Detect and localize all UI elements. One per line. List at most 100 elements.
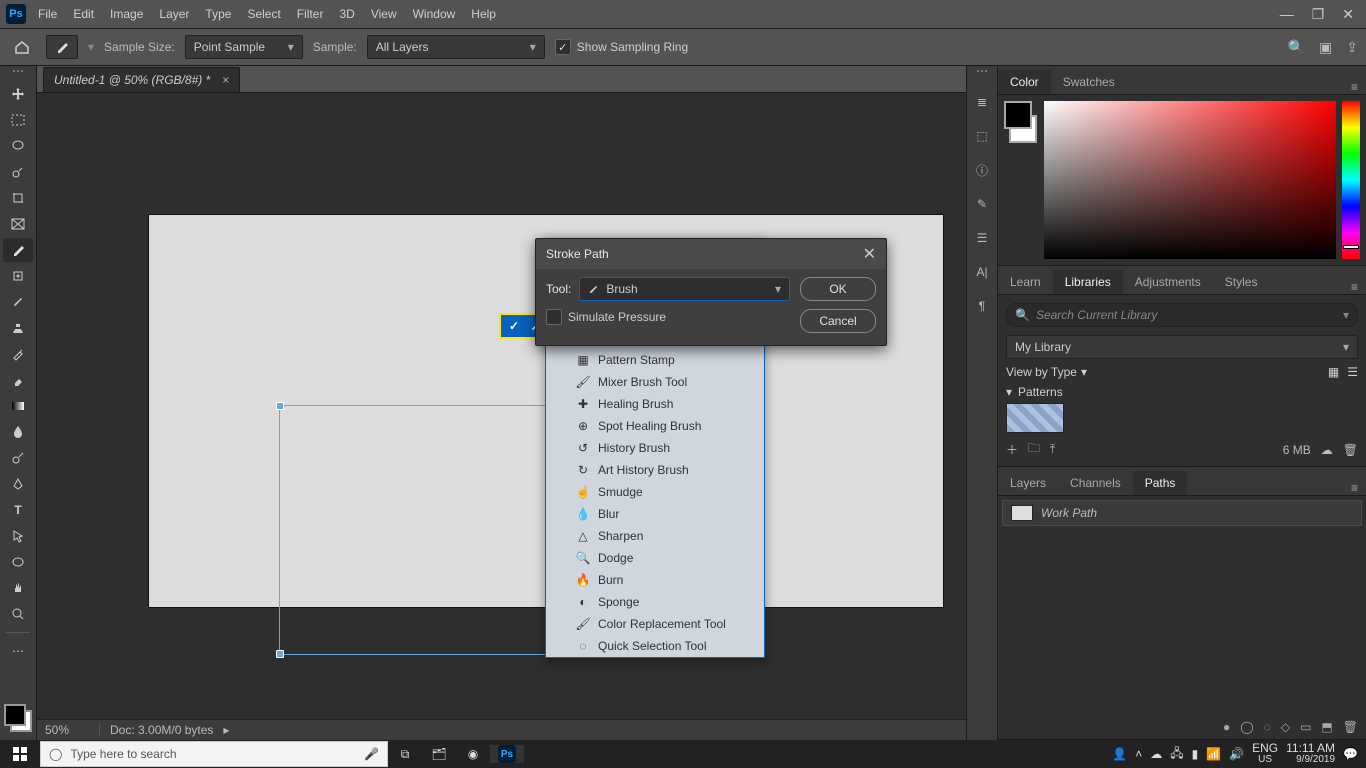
tool-shape[interactable] (3, 550, 33, 574)
eyedropper-icon[interactable] (46, 35, 78, 59)
document-tab[interactable]: Untitled-1 @ 50% (RGB/8#) * × (43, 67, 240, 92)
section-patterns[interactable]: ▾Patterns (1006, 385, 1358, 399)
tool-eyedropper[interactable] (3, 238, 33, 262)
tab-color[interactable]: Color (998, 70, 1051, 94)
tool-history-brush[interactable] (3, 342, 33, 366)
share-icon[interactable]: ⇪ (1346, 39, 1358, 56)
trash-icon[interactable]: 🗑 (1343, 720, 1358, 734)
path-item[interactable]: Work Path (1002, 500, 1362, 526)
paragraph-panel-icon[interactable]: ¶ (970, 294, 994, 318)
panel-menu-icon[interactable]: ≡ (1343, 280, 1366, 294)
fill-path-icon[interactable]: ● (1223, 720, 1230, 734)
restore-icon[interactable]: ❐ (1312, 6, 1325, 23)
close-icon[interactable]: × (222, 73, 229, 87)
grid-view-icon[interactable]: ▦ (1328, 365, 1339, 379)
info-chevron-icon[interactable]: ▸ (223, 723, 229, 737)
menu-3d[interactable]: 3D (331, 7, 362, 21)
upload-icon[interactable]: ⤒ (1050, 442, 1055, 457)
menu-edit[interactable]: Edit (65, 7, 102, 21)
properties-panel-icon[interactable]: ⬚ (970, 124, 994, 148)
battery-icon[interactable]: ▮ (1192, 747, 1199, 761)
simulate-pressure-checkbox[interactable]: Simulate Pressure (546, 309, 790, 325)
tool-marquee[interactable] (3, 108, 33, 132)
show-sampling-ring-checkbox[interactable]: Show Sampling Ring (555, 39, 688, 55)
tool-pen[interactable] (3, 472, 33, 496)
panel-menu-icon[interactable]: ≡ (1343, 80, 1366, 94)
tab-layers[interactable]: Layers (998, 471, 1058, 495)
add-icon[interactable]: ＋ (1006, 441, 1018, 458)
option-sponge[interactable]: ◐Sponge (546, 591, 764, 613)
tool-edit-toolbar[interactable]: ⋯ (3, 639, 33, 663)
search-icon[interactable]: 🔍 (1288, 39, 1305, 56)
option-spot-healing-brush[interactable]: ⊕Spot Healing Brush (546, 415, 764, 437)
tool-clone[interactable] (3, 316, 33, 340)
tool-type[interactable]: T (3, 498, 33, 522)
tool-zoom[interactable] (3, 602, 33, 626)
brush-settings-icon[interactable]: ✎ (970, 192, 994, 216)
tool-hand[interactable] (3, 576, 33, 600)
info-panel-icon[interactable]: ⓘ (970, 158, 994, 182)
tool-move[interactable] (3, 82, 33, 106)
tool-select[interactable]: Brush ▾ (579, 277, 790, 301)
library-search[interactable]: 🔍 Search Current Library ▾ (1006, 303, 1358, 327)
mic-icon[interactable]: 🎤 (364, 747, 379, 761)
menu-view[interactable]: View (363, 7, 405, 21)
tool-crop[interactable] (3, 186, 33, 210)
mask-icon[interactable]: ▭ (1300, 720, 1311, 734)
wifi-icon[interactable]: 📶 (1206, 747, 1221, 761)
onedrive-icon[interactable]: ☁ (1150, 747, 1162, 761)
menu-file[interactable]: File (30, 7, 65, 21)
menu-layer[interactable]: Layer (151, 7, 197, 21)
sample-size-select[interactable]: Point Sample▾ (185, 35, 303, 59)
tool-lasso[interactable] (3, 134, 33, 158)
cloud-icon[interactable]: ☁ (1321, 443, 1333, 457)
color-field[interactable] (1044, 101, 1336, 259)
option-color-replacement-tool[interactable]: 🖌Color Replacement Tool (546, 613, 764, 635)
menu-type[interactable]: Type (197, 7, 239, 21)
library-select[interactable]: My Library▾ (1006, 335, 1358, 359)
tab-channels[interactable]: Channels (1058, 471, 1133, 495)
option-mixer-brush-tool[interactable]: 🖌Mixer Brush Tool (546, 371, 764, 393)
menu-window[interactable]: Window (405, 7, 464, 21)
menu-select[interactable]: Select (239, 7, 288, 21)
menu-image[interactable]: Image (102, 7, 151, 21)
option-healing-brush[interactable]: ✚Healing Brush (546, 393, 764, 415)
color-swatches[interactable] (4, 704, 32, 732)
tab-adjustments[interactable]: Adjustments (1123, 270, 1213, 294)
character-panel-icon[interactable]: A| (970, 260, 994, 284)
lang-label[interactable]: ENG (1252, 742, 1278, 754)
sel-to-path-icon[interactable]: ◇ (1281, 720, 1290, 734)
new-path-icon[interactable]: ⬒ (1321, 720, 1332, 734)
tool-heal[interactable] (3, 264, 33, 288)
hue-slider[interactable] (1342, 101, 1360, 259)
notifications-icon[interactable]: 💬 (1343, 747, 1358, 761)
ok-button[interactable]: OK (800, 277, 876, 301)
menu-filter[interactable]: Filter (289, 7, 332, 21)
sample-select[interactable]: All Layers▾ (367, 35, 545, 59)
tool-brush[interactable] (3, 290, 33, 314)
chrome-icon[interactable]: ◉ (456, 747, 490, 761)
tool-gradient[interactable] (3, 394, 33, 418)
tab-learn[interactable]: Learn (998, 270, 1053, 294)
option-dodge[interactable]: 🔍Dodge (546, 547, 764, 569)
pattern-swatch[interactable] (1006, 403, 1064, 433)
stroke-path-icon[interactable]: ◯ (1240, 720, 1253, 734)
folder-icon[interactable]: 🗀 (1028, 439, 1040, 460)
tray-chevron-icon[interactable]: ˄ (1135, 747, 1142, 761)
tab-swatches[interactable]: Swatches (1051, 70, 1127, 94)
option-pattern-stamp[interactable]: ▦Pattern Stamp (546, 349, 764, 371)
tab-paths[interactable]: Paths (1133, 471, 1188, 495)
option-blur[interactable]: 💧Blur (546, 503, 764, 525)
close-icon[interactable]: ✕ (863, 244, 876, 264)
tool-quick-select[interactable] (3, 160, 33, 184)
option-sharpen[interactable]: △Sharpen (546, 525, 764, 547)
list-view-icon[interactable]: ☰ (1347, 365, 1358, 379)
tool-frame[interactable] (3, 212, 33, 236)
menu-help[interactable]: Help (463, 7, 504, 21)
minimize-icon[interactable]: — (1280, 6, 1294, 23)
option-history-brush[interactable]: ↺History Brush (546, 437, 764, 459)
start-button[interactable] (0, 747, 40, 761)
volume-icon[interactable]: 🔊 (1229, 747, 1244, 761)
zoom-level[interactable]: 50% (45, 723, 100, 737)
option-art-history-brush[interactable]: ↻Art History Brush (546, 459, 764, 481)
